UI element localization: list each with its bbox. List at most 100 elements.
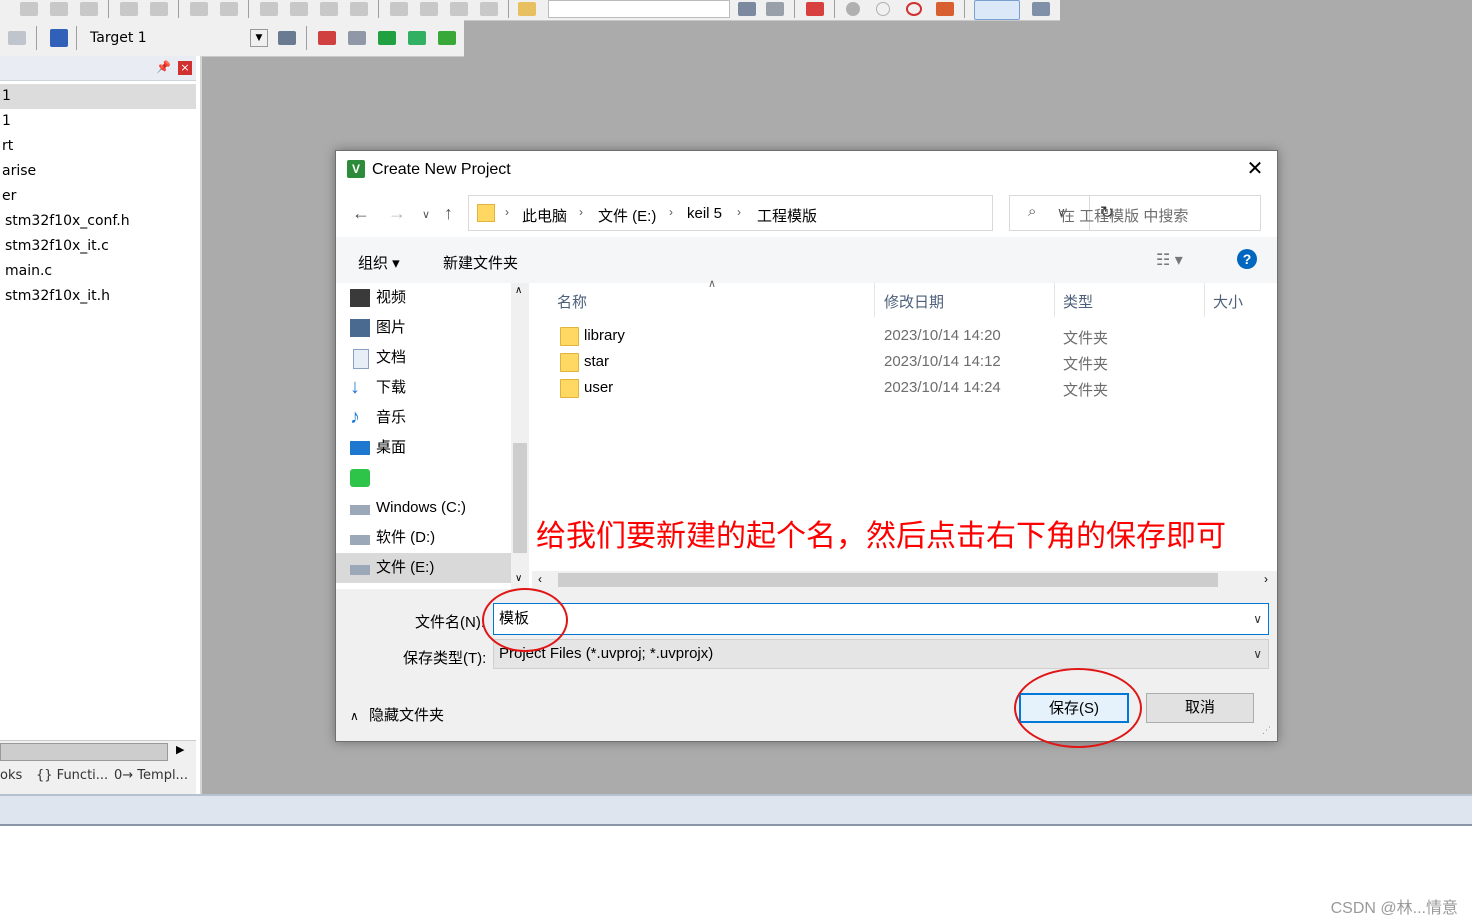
column-type[interactable]: 类型 [1063,291,1093,312]
batch-build-icon[interactable] [8,31,26,45]
column-name[interactable]: 名称 [557,291,587,312]
scroll-right-icon[interactable]: ▶ [176,743,184,756]
bookmark-clear-icon[interactable] [350,2,368,16]
find-in-files-icon[interactable] [738,2,756,16]
nav-item-drive-e[interactable]: 文件 (E:) [336,553,511,583]
list-item[interactable]: library 2023/10/14 14:20 文件夹 [532,323,1277,349]
pack-installer-icon[interactable] [378,31,396,45]
nav-item-pictures[interactable]: 图片 [350,313,406,343]
tree-item[interactable]: arise [0,159,196,184]
paste-icon[interactable] [80,2,98,16]
target-options-icon[interactable] [278,31,296,45]
unindent-icon[interactable] [420,2,438,16]
filename-input[interactable]: 模板 ∨ [493,603,1269,635]
scroll-right-icon[interactable]: › [1264,572,1268,586]
scroll-up-icon[interactable]: ∧ [515,285,522,296]
nav-forward-icon[interactable] [220,2,238,16]
column-modified[interactable]: 修改日期 [884,291,944,312]
resize-grip-icon[interactable]: ⋰ [1262,725,1271,736]
copy-icon[interactable] [50,2,68,16]
find-combo[interactable] [548,0,730,18]
bookmark-next-icon[interactable] [320,2,338,16]
search-input[interactable]: ⌕ 在 工程模版 中搜索 [1009,195,1261,231]
breadcrumb-this-pc[interactable]: 此电脑 [522,205,567,226]
organize-button[interactable]: 组织 ▾ [358,252,400,273]
scroll-left-icon[interactable]: ‹ [538,572,542,586]
column-size[interactable]: 大小 [1213,291,1243,312]
packs-icon[interactable] [438,31,456,45]
nav-item-drive-c[interactable]: Windows (C:) [350,493,466,523]
bookmark-icon[interactable] [260,2,278,16]
bookmark-prev-icon[interactable] [290,2,308,16]
forward-arrow-icon[interactable]: → [388,203,406,224]
horizontal-scrollbar[interactable]: ▶ [0,740,196,763]
tab-templates[interactable]: 0→ Templ... [114,768,188,783]
close-button[interactable]: ✕ [1240,157,1270,181]
tab-books[interactable]: oks [0,768,22,783]
breakpoint-kill-icon[interactable] [936,2,954,16]
help-icon[interactable]: ? [1237,249,1257,269]
runtime-env-icon[interactable] [408,31,426,45]
file-extensions-icon[interactable] [348,31,366,45]
tree-item[interactable]: er [0,184,196,209]
breakpoint-disable-all-icon[interactable] [906,2,922,16]
pin-icon[interactable]: 📌 [156,60,171,74]
up-arrow-icon[interactable]: ↑ [444,203,453,224]
downloads-icon: ↓ [350,376,360,398]
nav-item-drive-d[interactable]: 软件 (D:) [350,523,435,553]
scroll-down-icon[interactable]: ∨ [515,573,522,584]
nav-back-icon[interactable] [190,2,208,16]
chevron-down-icon[interactable]: ∨ [1253,640,1262,668]
tab-functions[interactable]: {} Functi... [36,768,108,783]
chevron-down-icon[interactable]: ∨ [1253,604,1262,634]
nav-item-video[interactable]: 视频 [350,283,406,313]
recent-chevron-icon[interactable]: ∨ [422,208,430,221]
address-bar[interactable]: › 此电脑 › 文件 (E:) › keil 5 › 工程模版 ∨ ↻ [468,195,1114,231]
open-file-icon[interactable] [518,2,536,16]
cut-icon[interactable] [20,2,38,16]
chevron-down-icon[interactable]: ▼ [250,29,268,47]
filetype-select[interactable]: Project Files (*.uvproj; *.uvprojx) ∨ [493,639,1269,669]
comment-icon[interactable] [450,2,468,16]
nav-item-documents[interactable]: 文档 [353,343,406,373]
tree-item[interactable]: 1 [0,84,196,109]
new-folder-button[interactable]: 新建文件夹 [443,252,518,273]
list-item[interactable]: star 2023/10/14 14:12 文件夹 [532,349,1277,375]
breadcrumb-drive-e[interactable]: 文件 (E:) [598,205,656,226]
nav-scrollbar[interactable]: ∧ ∨ [511,283,529,589]
view-options-icon[interactable]: ☷ ▾ [1156,250,1183,270]
tree-item[interactable]: rt [0,134,196,159]
tree-item[interactable]: stm32f10x_conf.h [0,209,196,234]
tree-item[interactable]: stm32f10x_it.h [0,284,196,309]
tree-item[interactable]: stm32f10x_it.c [0,234,196,259]
indent-icon[interactable] [390,2,408,16]
hide-folders-toggle[interactable]: ∧ 隐藏文件夹 [350,704,444,725]
download-icon[interactable] [50,29,68,47]
uncomment-icon[interactable] [480,2,498,16]
undo-icon[interactable] [120,2,138,16]
back-arrow-icon[interactable]: ← [352,203,370,224]
tree-item[interactable]: 1 [0,109,196,134]
configure-icon[interactable] [1032,2,1050,16]
find-replace-icon[interactable] [766,2,784,16]
tree-item[interactable]: main.c [0,259,196,284]
breakpoint-icon[interactable] [846,2,860,16]
window-layout-icon[interactable] [974,0,1020,20]
scroll-thumb[interactable] [513,443,527,553]
file-list-scrollbar[interactable]: ‹ › [532,571,1277,589]
breakpoint-disable-icon[interactable] [876,2,890,16]
nav-item-music[interactable]: ♪ 音乐 [350,403,406,433]
list-item[interactable]: user 2023/10/14 14:24 文件夹 [532,375,1277,401]
cancel-button[interactable]: 取消 [1146,693,1254,723]
redo-icon[interactable] [150,2,168,16]
manage-project-icon[interactable] [318,31,336,45]
target-select[interactable]: Target 1 ▼ [84,27,270,49]
scroll-thumb[interactable] [558,573,1218,587]
nav-item-desktop[interactable]: 桌面 [350,433,406,463]
scroll-thumb[interactable] [0,743,168,761]
debug-icon[interactable] [806,2,824,16]
close-icon[interactable]: × [178,61,192,75]
breadcrumb-current[interactable]: 工程模版 [757,205,817,226]
nav-item-downloads[interactable]: ↓ 下载 [350,373,406,403]
breadcrumb-keil5[interactable]: keil 5 [687,205,722,222]
